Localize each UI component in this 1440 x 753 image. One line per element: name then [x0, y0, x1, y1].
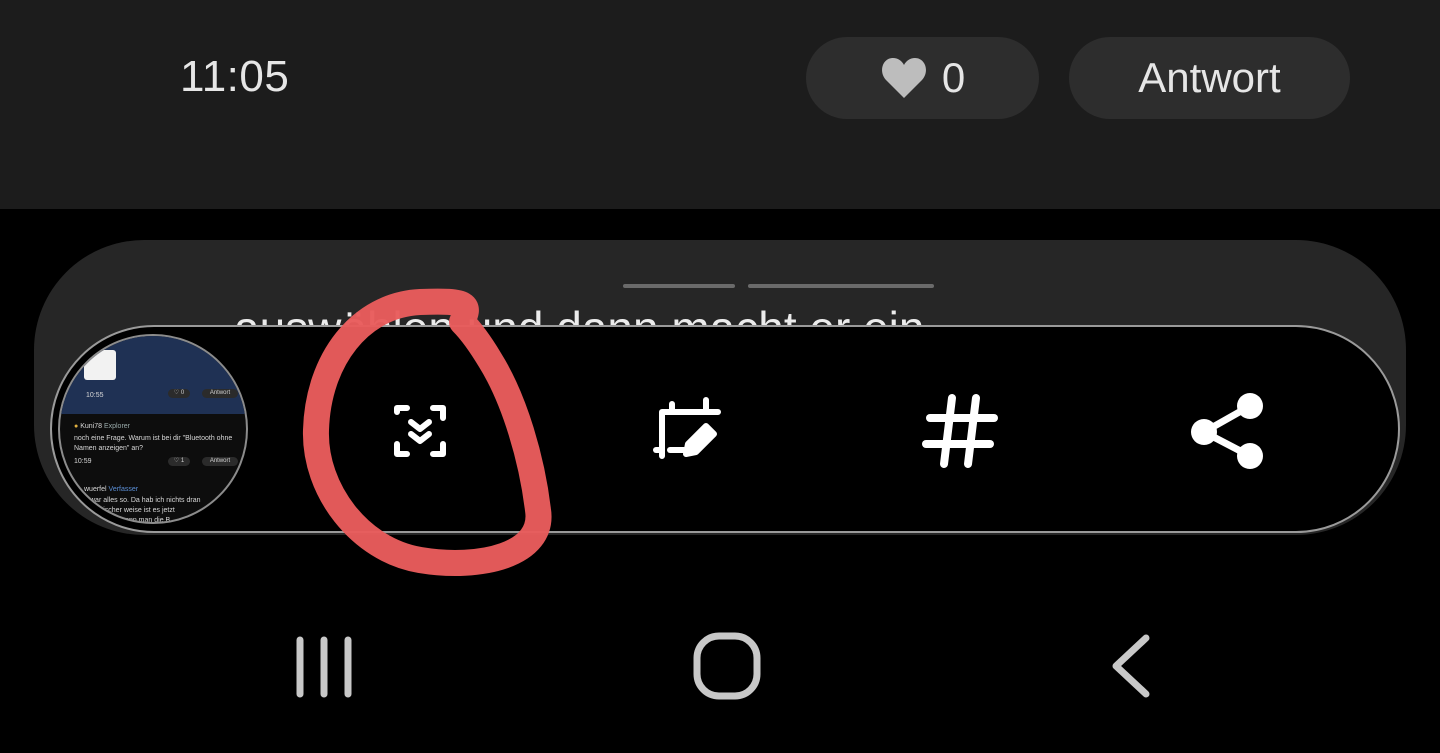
- scroll-indicator: [623, 284, 735, 288]
- thumbnail-line: Namen anzeigen" an?: [74, 445, 144, 452]
- thumbnail-author: ● Kuni78 Explorer: [74, 423, 131, 430]
- back-button[interactable]: [1090, 628, 1170, 708]
- crop-edit-icon: [653, 397, 721, 459]
- home-button[interactable]: [687, 628, 767, 708]
- share-button[interactable]: [1172, 376, 1282, 486]
- thumbnail-line: war alles so. Da hab ich nichts dran: [90, 497, 201, 504]
- thumbnail-reply: Antwort: [202, 457, 238, 466]
- like-button[interactable]: 0: [806, 37, 1039, 119]
- scroll-capture-button[interactable]: [365, 376, 475, 486]
- scroll-indicator: [748, 284, 934, 288]
- recent-apps-icon: [296, 636, 352, 698]
- heart-icon: [881, 58, 926, 98]
- thumbnail-line: noch eine Frage. Warum ist bei dir "Blue…: [74, 435, 233, 442]
- post-timestamp: 11:05: [180, 52, 290, 101]
- thumbnail-line: komischer weise ist es jetzt: [90, 507, 175, 514]
- screenshot-thumbnail[interactable]: 10:55 ♡ 0 Antwort ● Kuni78 Explorer noch…: [58, 334, 248, 524]
- thumbnail-time: 10:59: [74, 458, 92, 465]
- thumbnail-like: ♡ 0: [168, 389, 190, 398]
- like-count: 0: [941, 54, 966, 101]
- recent-apps-button[interactable]: [286, 628, 366, 708]
- home-icon: [693, 632, 761, 700]
- thumbnail-image: [84, 350, 116, 380]
- thumbnail-time: 10:55: [86, 392, 104, 399]
- thumbnail-author: wuerfel Verfasser: [84, 486, 139, 493]
- hashtag-icon: [922, 394, 998, 468]
- share-icon: [1191, 393, 1263, 469]
- scroll-capture-icon: [394, 405, 446, 457]
- thumbnail-reply: Antwort: [202, 389, 238, 398]
- hashtag-button[interactable]: [904, 376, 1014, 486]
- reply-button[interactable]: Antwort: [1069, 37, 1350, 119]
- thumbnail-like: ♡ 1: [168, 457, 190, 466]
- post-text: auswählen und dann macht er ein: [234, 302, 925, 328]
- post-action-bar: 11:05 0 Antwort: [0, 0, 1440, 209]
- back-icon: [1112, 634, 1150, 698]
- crop-edit-button[interactable]: [632, 376, 742, 486]
